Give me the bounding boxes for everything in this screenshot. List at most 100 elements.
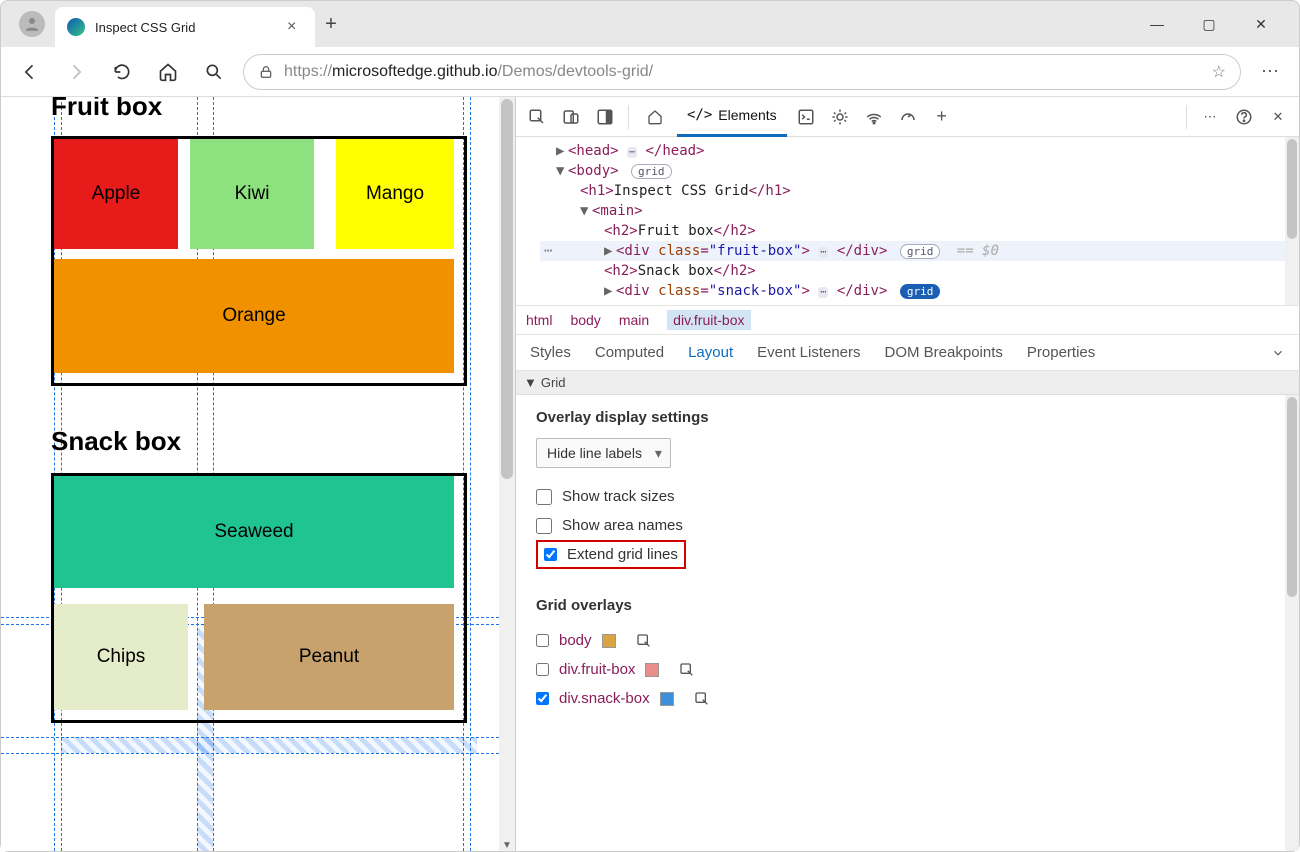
dom-selected-row[interactable]: ⋯ ▶<div class="fruit-box"> ⋯ </div> grid… <box>540 241 1299 261</box>
browser-toolbar: https://microsoftedge.github.io/Demos/de… <box>1 47 1299 97</box>
subtab-properties[interactable]: Properties <box>1027 344 1095 361</box>
subtab-dom-breakpoints[interactable]: DOM Breakpoints <box>885 344 1003 361</box>
row-actions-icon[interactable]: ⋯ <box>544 243 552 259</box>
subtab-layout[interactable]: Layout <box>688 344 733 361</box>
overlay-color-swatch[interactable] <box>602 634 616 648</box>
grid-section-header[interactable]: ▼Grid <box>516 371 1299 395</box>
crumb-selected[interactable]: div.fruit-box <box>667 310 750 330</box>
subtab-computed[interactable]: Computed <box>595 344 664 361</box>
overlay-color-swatch[interactable] <box>645 663 659 677</box>
overlay-name: div.snack-box <box>559 690 650 707</box>
code-icon: </> <box>687 107 712 123</box>
overlay-item[interactable]: div.fruit-box <box>536 655 1279 684</box>
address-bar[interactable]: https://microsoftedge.github.io/Demos/de… <box>243 54 1241 90</box>
device-emulation-icon[interactable] <box>556 102 586 132</box>
url-text: https://microsoftedge.github.io/Demos/de… <box>284 63 1202 81</box>
grid-line-horizontal <box>1 753 499 754</box>
grid-badge-active[interactable]: grid <box>900 284 941 299</box>
grid-badge[interactable]: grid <box>631 164 672 179</box>
overlay-checkbox[interactable] <box>536 634 549 647</box>
dock-side-icon[interactable] <box>590 102 620 132</box>
cell-orange: Orange <box>54 259 454 373</box>
chk-area-names[interactable] <box>536 518 552 534</box>
overlay-color-swatch[interactable] <box>660 692 674 706</box>
browser-tab[interactable]: Inspect CSS Grid × <box>55 7 315 47</box>
tab-elements[interactable]: </> Elements <box>677 97 787 137</box>
cell-mango: Mango <box>336 139 454 249</box>
line-labels-select[interactable]: Hide line labels <box>536 438 671 468</box>
new-tab-button[interactable]: + <box>315 13 347 36</box>
crumb-main[interactable]: main <box>619 312 649 328</box>
page-viewport: Fruit box Apple Kiwi Mango Orange Snack … <box>1 97 515 851</box>
subtab-styles[interactable]: Styles <box>530 344 571 361</box>
grid-overlays-heading: Grid overlays <box>536 597 1279 614</box>
overlay-item[interactable]: div.snack-box <box>536 684 1279 713</box>
grid-badge[interactable]: grid <box>900 244 941 259</box>
cell-peanut: Peanut <box>204 604 454 710</box>
tab-performance-icon[interactable] <box>893 102 923 132</box>
snack-box-grid: Seaweed Chips Peanut <box>51 473 467 723</box>
chk-extend-grid-lines[interactable] <box>544 548 557 561</box>
reveal-element-icon[interactable] <box>679 662 695 678</box>
subtab-event-listeners[interactable]: Event Listeners <box>757 344 860 361</box>
window-controls: — ▢ ✕ <box>1127 16 1291 33</box>
heading-snack-box: Snack box <box>51 426 515 457</box>
dom-breadcrumb[interactable]: html body main div.fruit-box <box>516 305 1299 335</box>
grid-gap-overlay <box>61 737 477 753</box>
add-tab-icon[interactable]: + <box>927 102 957 132</box>
overlay-item[interactable]: body <box>536 626 1279 655</box>
minimize-button[interactable]: — <box>1143 16 1171 33</box>
inspect-element-icon[interactable] <box>522 102 552 132</box>
cell-apple: Apple <box>54 139 178 249</box>
edge-favicon-icon <box>67 18 85 36</box>
page-scrollbar[interactable]: ▲ ▼ <box>499 97 515 851</box>
subtabs-more-icon[interactable] <box>1271 346 1285 360</box>
overlay-checkbox[interactable] <box>536 692 549 705</box>
cell-kiwi: Kiwi <box>190 139 314 249</box>
fruit-box-grid: Apple Kiwi Mango Orange <box>51 136 467 386</box>
chk-area-names-row[interactable]: Show area names <box>536 511 1279 540</box>
tab-console-icon[interactable] <box>791 102 821 132</box>
forward-button <box>59 55 93 89</box>
titlebar: Inspect CSS Grid × + — ▢ ✕ <box>1 1 1299 47</box>
crumb-html[interactable]: html <box>526 312 552 328</box>
tab-welcome[interactable] <box>637 97 673 137</box>
profile-icon[interactable] <box>19 11 45 37</box>
overlay-checkbox[interactable] <box>536 663 549 676</box>
refresh-button[interactable] <box>105 55 139 89</box>
tab-sources-icon[interactable] <box>825 102 855 132</box>
home-button[interactable] <box>151 55 185 89</box>
styles-subtabs: Styles Computed Layout Event Listeners D… <box>516 335 1299 371</box>
scroll-down-icon[interactable]: ▼ <box>499 840 515 851</box>
overlay-settings-heading: Overlay display settings <box>536 409 1279 426</box>
overlay-name: body <box>559 632 592 649</box>
maximize-button[interactable]: ▢ <box>1195 16 1223 33</box>
reveal-element-icon[interactable] <box>636 633 652 649</box>
heading-fruit-box: Fruit box <box>51 97 515 122</box>
dom-scrollbar[interactable] <box>1285 137 1299 305</box>
menu-button[interactable]: ⋯ <box>1253 55 1287 89</box>
reveal-element-icon[interactable] <box>694 691 710 707</box>
scroll-thumb[interactable] <box>501 99 513 479</box>
tab-network-icon[interactable] <box>859 102 889 132</box>
close-devtools-icon[interactable]: ✕ <box>1263 102 1293 132</box>
chk-track-sizes[interactable] <box>536 489 552 505</box>
overlay-name: div.fruit-box <box>559 661 635 678</box>
layout-panel: Overlay display settings Hide line label… <box>516 395 1299 851</box>
chk-track-sizes-row[interactable]: Show track sizes <box>536 482 1279 511</box>
search-icon[interactable] <box>197 55 231 89</box>
crumb-body[interactable]: body <box>570 312 600 328</box>
cell-seaweed: Seaweed <box>54 476 454 588</box>
help-icon[interactable] <box>1229 102 1259 132</box>
close-tab-icon[interactable]: × <box>287 18 303 36</box>
lock-icon <box>258 64 274 80</box>
tab-title: Inspect CSS Grid <box>95 20 277 35</box>
extend-grid-lines-highlight: Extend grid lines <box>536 540 686 569</box>
devtools-toolbar: </> Elements + ⋯ ✕ <box>516 97 1299 137</box>
layout-scrollbar[interactable] <box>1285 395 1299 851</box>
close-window-button[interactable]: ✕ <box>1247 16 1275 33</box>
back-button[interactable] <box>13 55 47 89</box>
favorite-icon[interactable]: ☆ <box>1212 62 1226 82</box>
dom-tree[interactable]: ▶<head> ⋯ </head> ▼<body> grid <h1>Inspe… <box>516 137 1299 305</box>
more-tools-icon[interactable]: ⋯ <box>1195 102 1225 132</box>
